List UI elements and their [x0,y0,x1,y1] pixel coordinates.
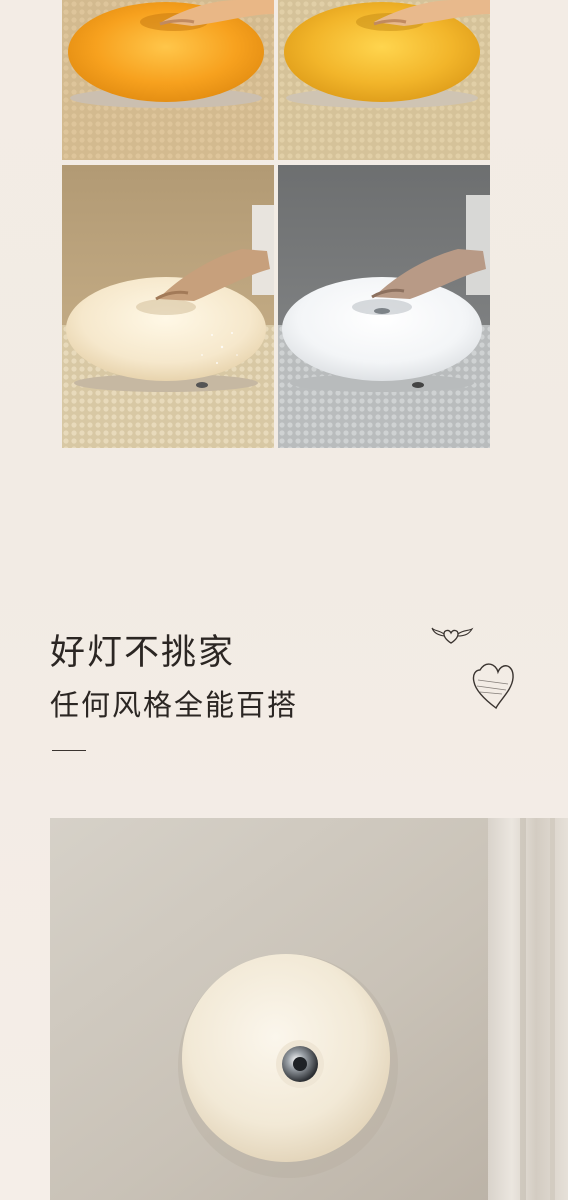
divider-line [52,750,86,751]
photo-lamp-warm-white [62,165,274,448]
subheadline: 任何风格全能百搭 [50,688,299,722]
photo-lamp-orange [62,0,274,160]
photo-lamp-cool-white [278,165,490,448]
product-detail-page: 好灯不挑家 任何风格全能百搭 [0,0,568,1200]
photo-lamp-amber [278,0,490,160]
photo-wall-lamp [50,818,568,1200]
light-color-photo-grid [62,0,490,448]
heart-icon [472,663,514,710]
headline: 好灯不挑家 [50,633,236,673]
winged-heart-icon [431,627,474,644]
